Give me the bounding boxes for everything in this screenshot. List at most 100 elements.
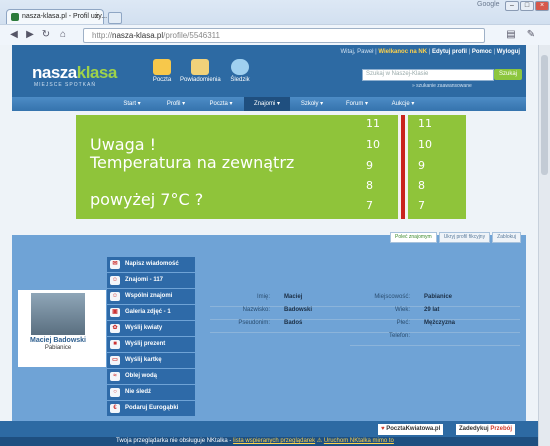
gallery-icon: ▣ <box>110 308 120 317</box>
tick-label: 10 <box>366 138 380 151</box>
page-menu-icon[interactable]: ▤ <box>505 29 517 41</box>
send-card-button[interactable]: ▭ Wyślij kartkę <box>107 353 195 368</box>
unfollow-button[interactable]: ○ Nie śledź <box>107 385 195 400</box>
tick-label: 7 <box>366 199 373 212</box>
info-row: Nazwisko: Badowski <box>210 307 350 320</box>
block-button[interactable]: Zablokuj <box>492 232 521 243</box>
nav-profil[interactable]: Profil ▾ <box>154 97 198 111</box>
nav-znajomi[interactable]: Znajomi ▾ <box>244 97 290 111</box>
tick-label: 8 <box>418 179 425 192</box>
water-button[interactable]: ≈ Oblej wodą <box>107 369 195 384</box>
sledzik-button[interactable]: Śledzik <box>220 59 260 83</box>
browser-brand: Google <box>477 1 500 8</box>
window-close-button[interactable]: × <box>535 1 549 11</box>
info-row: Pseudonim: Badoś <box>210 320 350 333</box>
gallery-button[interactable]: ▣ Galeria zdjęć - 1 <box>107 305 195 320</box>
logout-link[interactable]: Wyloguj <box>497 49 520 55</box>
nav-forum[interactable]: Forum ▾ <box>334 97 380 111</box>
logo-tagline: MIEJSCE SPOTKAŃ <box>34 82 96 88</box>
hide-fake-profile-button[interactable]: Ukryj profil fikcyjny <box>438 232 491 243</box>
supported-browsers-link[interactable]: lista wspieranych przeglądarek <box>233 438 315 444</box>
site-header: naszaklasa MIEJSCE SPOTKAŃ Poczta Powiad… <box>12 45 526 97</box>
water-icon: ≈ <box>110 372 120 381</box>
friends-button[interactable]: ☺ Znajomi - 117 <box>107 273 195 288</box>
tick-label: 11 <box>366 117 380 130</box>
forward-icon[interactable]: ▶ <box>24 29 36 41</box>
address-bar[interactable]: http://nasza-klasa.pl/profile/5546311 <box>83 28 485 43</box>
user-name[interactable]: Maciej Badowski <box>18 337 98 344</box>
envelope-icon: ✉ <box>110 260 120 269</box>
maximize-button[interactable]: □ <box>520 1 534 11</box>
send-flowers-button[interactable]: ✿ Wyślij kwiaty <box>107 321 195 336</box>
browser-tab[interactable]: nasza-klasa.pl - Profil uży... × <box>6 9 107 25</box>
friends-icon: ☺ <box>110 276 120 285</box>
back-icon[interactable]: ◀ <box>8 29 20 41</box>
send-gift-button[interactable]: ■ Wyślij prezent <box>107 337 195 352</box>
eurosponge-button[interactable]: € Podaruj Eurogąbki <box>107 401 195 416</box>
thermometer-graphic: 11 10 9 8 7 11 10 9 8 7 <box>366 115 436 219</box>
new-tab-button[interactable] <box>108 12 122 24</box>
dedicate-song-badge[interactable]: Zadedykuj Przebój <box>456 424 516 435</box>
search-input[interactable]: Szukaj w Naszej-Klasie <box>362 69 494 81</box>
scrollbar[interactable] <box>538 45 550 446</box>
info-row: Miejscowość: Pabianice <box>350 294 520 307</box>
notifications-icon <box>191 59 209 75</box>
recommend-button[interactable]: Poleć znajomym <box>390 232 437 243</box>
avatar[interactable] <box>31 293 85 335</box>
nav-aukcje[interactable]: Aukcje ▾ <box>380 97 426 111</box>
top-links: Witaj, Paweł | Wielkanoc na NK | Edytuj … <box>340 49 520 55</box>
nav-start[interactable]: Start ▾ <box>110 97 154 111</box>
mail-button[interactable]: Poczta <box>142 59 182 83</box>
close-tab-icon[interactable]: × <box>94 12 99 21</box>
ad-line-1: Uwaga ! <box>90 135 157 154</box>
home-icon[interactable]: ⌂ <box>57 29 69 41</box>
url-text: http://nasza-klasa.pl/profile/5546311 <box>92 31 220 40</box>
profile-card: Maciej Badowski Pabianice <box>18 290 106 367</box>
send-message-button[interactable]: ✉ Napisz wiadomość <box>107 257 195 272</box>
info-row: Telefon: <box>350 333 520 346</box>
notifications-button[interactable]: Powiadomienia <box>180 59 221 83</box>
nktalk-notice: Twoja przeglądarka nie obsługuje NKtalka… <box>0 437 538 446</box>
notice-text: Twoja przeglądarka nie obsługuje NKtalka… <box>116 438 234 444</box>
info-row: Płeć: Mężczyzna <box>350 320 520 333</box>
tick-label: 7 <box>418 199 425 212</box>
tick-label: 8 <box>366 179 373 192</box>
user-city: Pabianice <box>44 345 72 351</box>
sponge-icon: € <box>110 404 120 413</box>
favicon-icon <box>11 13 19 21</box>
ad-line-3: powyżej 7°C ? <box>90 190 204 209</box>
run-nktalk-link[interactable]: Uruchom NKtalka mimo to <box>324 438 394 444</box>
wrench-icon[interactable]: ✎ <box>525 29 537 41</box>
edit-profile-link[interactable]: Edytuj profil <box>432 49 467 55</box>
gift-icon: ■ <box>110 340 120 349</box>
ad-banner[interactable]: Uwaga ! Temperatura na zewnątrz powyżej … <box>76 115 466 219</box>
card-icon: ▭ <box>110 356 120 365</box>
info-row: Imię: Maciej <box>210 294 350 307</box>
bottom-bar: ♥ PocztaKwiatowa.pl Zadedykuj Przebój <box>0 421 538 437</box>
info-row: Wiek: 29 lat <box>350 307 520 320</box>
search-button[interactable]: Szukaj <box>494 69 522 80</box>
main-nav: Start ▾ Profil ▾ Poczta ▾ Znajomi ▾ Szko… <box>12 97 526 111</box>
nav-poczta[interactable]: Poczta ▾ <box>198 97 244 111</box>
tick-label: 9 <box>366 159 373 172</box>
help-link[interactable]: Pomoc <box>472 49 492 55</box>
site-logo[interactable]: naszaklasa <box>32 63 117 83</box>
profile-tabs: Poleć znajomym Ukryj profil fikcyjny Zablo… <box>388 232 521 243</box>
fish-icon <box>231 59 249 75</box>
advanced-search-link[interactable]: » szukanie zaawansowane <box>412 83 472 89</box>
tick-label: 11 <box>418 117 432 130</box>
warning-icon: ⚠ <box>316 438 323 444</box>
unfollow-icon: ○ <box>110 388 120 397</box>
flower-post-badge[interactable]: ♥ PocztaKwiatowa.pl <box>378 424 444 435</box>
tick-label: 9 <box>418 159 425 172</box>
tick-label: 10 <box>418 138 432 151</box>
mail-icon <box>153 59 171 75</box>
welcome-link[interactable]: Wielkanoc na NK <box>378 49 427 55</box>
mutual-friends-button[interactable]: ☺ Wspólni znajomi <box>107 289 195 304</box>
scrollbar-thumb[interactable] <box>541 55 548 175</box>
nav-szkoly[interactable]: Szkoły ▾ <box>290 97 334 111</box>
profile-info: Imię: Maciej Nazwisko: Badowski Pseudonim:… <box>200 294 526 354</box>
page: naszaklasa MIEJSCE SPOTKAŃ Poczta Powiad… <box>0 45 538 446</box>
reload-icon[interactable]: ↻ <box>40 29 52 41</box>
minimize-button[interactable]: – <box>505 1 519 11</box>
